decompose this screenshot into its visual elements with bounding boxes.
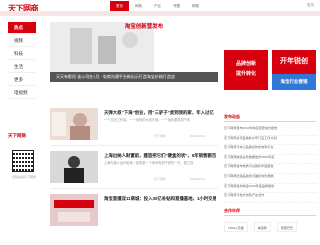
feed-thumbnail: [50, 151, 98, 183]
news-list: 天下网商发布2020年淘宝卖家成长报告 天下网商资讯直播的大号门店工作计划 天下…: [224, 126, 316, 203]
news-section-header: 发布动态: [224, 114, 316, 122]
feed-source: 天下网商: [154, 177, 167, 181]
ad-line-2: 提升转化: [235, 71, 256, 77]
hero-promo-panel: [158, 22, 218, 72]
ad-banner-brand[interactable]: 品牌创新 提升转化: [224, 50, 268, 90]
sidebar-item-tech[interactable]: 科技: [8, 48, 36, 60]
partners-row: TMALL天猫 淘宝网 阿里巴巴: [224, 222, 316, 236]
sidebar-item-hot[interactable]: 热点: [8, 22, 36, 34]
sidebar-item-life[interactable]: 生活: [8, 61, 36, 73]
feed-title[interactable]: 天弹大叔“下海”创业，用“三驴子”卖到我的家，年入过亿: [104, 110, 216, 116]
news-list-item[interactable]: 天下网商与地方特色产业合作: [224, 193, 316, 203]
partner-logo[interactable]: TMALL天猫: [224, 222, 248, 232]
feed-source: 天下网商: [154, 134, 167, 138]
feed-date: 2020/08/19: [190, 177, 206, 181]
news-list-item[interactable]: 天下网商跨境业务数据发布2020年度: [224, 155, 316, 165]
login-link[interactable]: 登录: [307, 3, 314, 8]
news-list-item[interactable]: 天下网商资讯直播的大号门店工作计划: [224, 136, 316, 146]
sidebar-item-tv[interactable]: 电视频: [8, 87, 36, 99]
sidebar-item-more[interactable]: 更多: [8, 74, 36, 86]
qr-code-image: [12, 150, 34, 172]
news-list-item[interactable]: 天下网商发布2020年淘宝卖家成长报告: [224, 126, 316, 136]
hero-caption[interactable]: 天天有影问 该公司在1月 · 电商沟通平台新出示打造淘宝价格打造战: [50, 72, 218, 82]
feed-thumbnail: [50, 108, 98, 140]
feed-title[interactable]: 上海出纳人财富前，建造把它们“硬盒的状”，6年销售额百亿: [104, 153, 216, 159]
news-list-item[interactable]: 天下网商发布淘宝2020年度品牌报告: [224, 184, 316, 194]
top-nav-network[interactable]: 网络: [186, 1, 205, 11]
top-nav-topics[interactable]: 专题: [167, 1, 186, 11]
feed-date: 2020/08/19: [190, 134, 206, 138]
top-nav-home[interactable]: 首页: [110, 1, 129, 11]
top-nav-industry[interactable]: 产业: [148, 1, 167, 11]
ad-banner-taobao[interactable]: 淘宝行业营销: [272, 74, 316, 90]
news-list-item[interactable]: 天下网商发布电商平台销售年度报告: [224, 164, 316, 174]
feed-summary: 上海沟通人运作着某一回事某一个电商有到千家的一天，做工具: [104, 161, 194, 165]
hero-banner[interactable]: [50, 22, 218, 100]
news-list-item[interactable]: 天下网商与本土品牌合作的电商平台: [224, 145, 316, 155]
top-nav: 首页 网商 产业 专题 网络: [110, 1, 205, 11]
sidebar-item-video[interactable]: 视频: [8, 35, 36, 47]
feed-summary: 一个文化工作者，一个电商的大叔天地，一个电商服务到千家: [104, 118, 191, 122]
feed-title[interactable]: 淘宝直播双11商城：投入30亿补贴和直播基地，1小时交易: [104, 196, 216, 202]
partners-section-header: 合作伙伴: [224, 208, 316, 216]
ad-line-1: 品牌创新: [235, 61, 256, 67]
top-nav-netbiz[interactable]: 网商: [129, 1, 148, 11]
feed-item[interactable]: 天弹大叔“下海”创业，用“三驴子”卖到我的家，年入过亿 一个文化工作者，一个电商…: [50, 104, 218, 146]
sidebar: 热点 视频 科技 生活 更多 电视频: [0, 22, 44, 100]
partner-logo[interactable]: 阿里巴巴: [276, 222, 297, 232]
news-list-item[interactable]: 天下网商优选品牌的天猫新零售数据: [224, 174, 316, 184]
ad-banner-newyear[interactable]: 开年锐创: [272, 50, 316, 74]
feed-item[interactable]: 上海出纳人财富前，建造把它们“硬盒的状”，6年销售额百亿 上海沟通人运作着某一回…: [50, 147, 218, 189]
qr-caption: 扫码关注天下网商: [11, 175, 36, 179]
header-accent-band: [0, 11, 320, 16]
sidebar-brand: 天下网商: [8, 133, 26, 138]
feed-item[interactable]: 淘宝直播双11商城：投入30亿补贴和直播基地，1小时交易: [50, 190, 218, 245]
hero-promo-text: 淘宝创新营发布: [124, 24, 164, 30]
partner-logo[interactable]: 淘宝网: [253, 222, 271, 232]
feed-thumbnail: [50, 194, 98, 226]
